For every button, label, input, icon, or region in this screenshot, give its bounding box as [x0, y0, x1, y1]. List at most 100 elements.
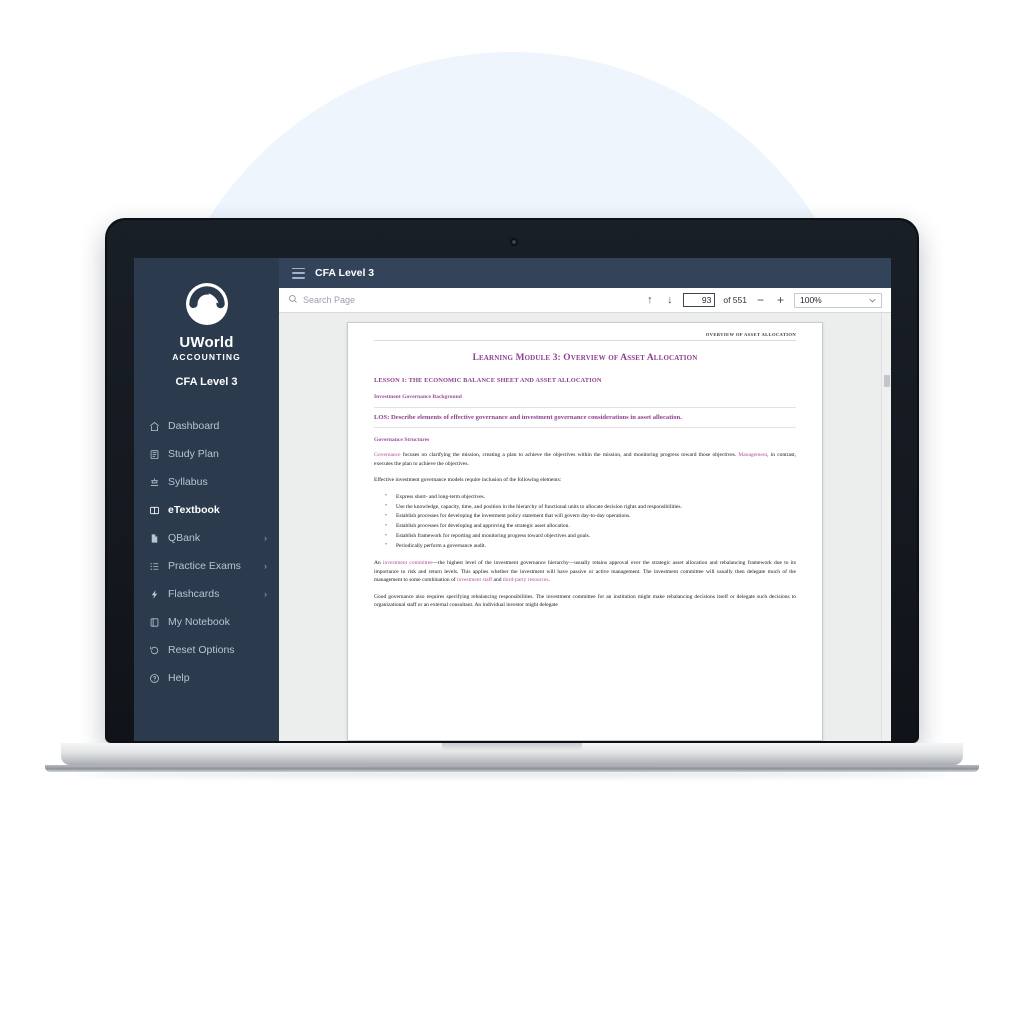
sidebar-item-help[interactable]: Help [134, 664, 279, 692]
page-number-input[interactable]: 93 [683, 293, 716, 307]
vertical-scrollbar[interactable] [881, 313, 891, 741]
sidebar-item-label: Syllabus [168, 475, 208, 488]
sidebar-nav: Dashboard Study Plan Syllabus eTextbook … [134, 412, 279, 692]
laptop-base-lip [45, 765, 979, 772]
running-header: OVERVIEW OF ASSET ALLOCATION [705, 332, 796, 337]
laptop-lid: UWorld ACCOUNTING CFA Level 3 Dashboard … [105, 218, 919, 743]
sidebar-item-label: QBank [168, 531, 201, 544]
list-item: Establish processes for developing the i… [385, 512, 796, 522]
zoom-level-select[interactable]: 100% [794, 292, 882, 308]
sidebar-item-label: My Notebook [168, 615, 230, 628]
brand-name: UWorld [179, 334, 234, 351]
los-callout: LOS: Describe elements of effective gove… [374, 407, 796, 429]
viewer-toolbar: ↑ ↓ 93 of 551 − + 100% [279, 288, 891, 313]
chevron-right-icon: › [264, 560, 267, 571]
list-item: Periodically perform a governance audit. [385, 541, 796, 551]
sidebar-item-study-plan[interactable]: Study Plan [134, 440, 279, 468]
search-input[interactable] [303, 295, 453, 305]
paragraph-elements-intro: Effective investment governance models r… [374, 477, 562, 484]
sidebar-item-label: Flashcards [168, 587, 220, 600]
file-icon [148, 532, 160, 544]
paragraph-good-governance: Good governance also requires specifying… [374, 593, 796, 609]
sidebar-item-practice-exams[interactable]: Practice Exams › [134, 552, 279, 580]
search-icon [288, 291, 298, 309]
chevron-right-icon: › [264, 532, 267, 543]
brand-block: UWorld ACCOUNTING CFA Level 3 [134, 258, 279, 396]
module-title: Learning Module 3: Overview of Asset All… [472, 353, 698, 363]
zoom-in-button[interactable]: + [774, 294, 787, 307]
sidebar-item-label: Dashboard [168, 419, 220, 432]
term-management: Management [738, 452, 768, 459]
home-icon [148, 420, 160, 432]
sidebar-item-reset-options[interactable]: Reset Options [134, 636, 279, 664]
sidebar-item-label: eTextbook [168, 503, 220, 516]
calendar-icon [148, 448, 160, 460]
reset-icon [148, 644, 160, 656]
laptop-shadow [75, 772, 949, 777]
chevron-down-icon [869, 296, 876, 305]
list-item: Express short- and long-term objectives. [385, 492, 796, 502]
sidebar-item-label: Study Plan [168, 447, 219, 460]
zoom-out-button[interactable]: − [754, 294, 767, 307]
chevron-right-icon: › [264, 588, 267, 599]
paragraph-investment-committee: An investment committee—the highest leve… [374, 559, 796, 585]
paragraph-text: —the highest level of the investment gov… [374, 560, 796, 584]
governance-structures-heading: Governance Structures [374, 437, 430, 444]
term-investment-staff: investment staff [456, 577, 493, 584]
help-icon [148, 672, 160, 684]
sidebar-item-my-notebook[interactable]: My Notebook [134, 608, 279, 636]
toolbar-controls: ↑ ↓ 93 of 551 − + 100% [643, 292, 882, 308]
zoom-level-value: 100% [800, 295, 822, 305]
webcam-icon [510, 238, 518, 246]
hamburger-icon[interactable] [292, 267, 305, 279]
sidebar-item-dashboard[interactable]: Dashboard [134, 412, 279, 440]
page-title: CFA Level 3 [315, 267, 375, 279]
term-third-party-resources: third-party resources [502, 577, 549, 584]
term-investment-committee: investment committee [382, 560, 433, 567]
paragraph-governance: Governance focuses on clarifying the mis… [374, 451, 796, 468]
laptop-base [61, 743, 963, 765]
scrollbar-thumb[interactable] [884, 375, 890, 387]
sidebar: UWorld ACCOUNTING CFA Level 3 Dashboard … [134, 258, 279, 741]
notebook-icon [148, 616, 160, 628]
screenshot-stage: UWorld ACCOUNTING CFA Level 3 Dashboard … [0, 0, 1024, 1024]
course-name: CFA Level 3 [175, 376, 238, 388]
sidebar-item-label: Practice Exams [168, 559, 241, 572]
laptop-bezel: UWorld ACCOUNTING CFA Level 3 Dashboard … [107, 220, 917, 741]
list-item: Establish processes for developing and a… [385, 522, 796, 532]
main-area: CFA Level 3 Search Page ↑ ↓ 93 of 551 − … [279, 258, 891, 741]
sidebar-item-qbank[interactable]: QBank › [134, 524, 279, 552]
lesson-heading: LESSON 1: THE ECONOMIC BALANCE SHEET AND… [374, 377, 602, 384]
header-rule [374, 340, 796, 341]
title-bar: CFA Level 3 [279, 258, 891, 288]
sidebar-item-etextbook[interactable]: eTextbook [134, 496, 279, 524]
previous-match-button[interactable]: ↑ [643, 294, 656, 307]
paragraph-text: An [374, 560, 383, 567]
sidebar-item-flashcards[interactable]: Flashcards › [134, 580, 279, 608]
sidebar-item-label: Reset Options [168, 643, 235, 656]
sidebar-item-syllabus[interactable]: Syllabus [134, 468, 279, 496]
document-page: OVERVIEW OF ASSET ALLOCATION Learning Mo… [347, 322, 823, 741]
laptop-base-notch [442, 743, 582, 752]
paragraph-text: and [492, 577, 503, 584]
page-total-label: of 551 [723, 295, 747, 305]
document-viewer[interactable]: OVERVIEW OF ASSET ALLOCATION Learning Mo… [279, 313, 891, 741]
document-content: Learning Module 3: Overview of Asset All… [374, 353, 796, 610]
list-item: Use the knowledge, capacity, time, and p… [385, 502, 796, 512]
term-governance: Governance [374, 452, 401, 459]
sidebar-item-label: Help [168, 671, 190, 684]
governance-elements-list: Express short- and long-term objectives.… [374, 492, 796, 551]
next-match-button[interactable]: ↓ [663, 294, 676, 307]
laptop-screen: UWorld ACCOUNTING CFA Level 3 Dashboard … [134, 258, 891, 741]
paragraph-text: focuses on clarifying the mission, creat… [400, 452, 739, 459]
paragraph-text: . [548, 577, 550, 584]
syllabus-icon [148, 476, 160, 488]
los-text: LOS: Describe elements of effective gove… [374, 414, 682, 421]
brand-subtitle: ACCOUNTING [172, 352, 241, 362]
bolt-icon [148, 588, 160, 600]
uworld-logo-icon [185, 283, 228, 325]
search-area [288, 291, 637, 309]
laptop-mockup: UWorld ACCOUNTING CFA Level 3 Dashboard … [45, 218, 979, 777]
book-icon [148, 504, 160, 516]
list-item: Establish framework for reporting and mo… [385, 532, 796, 542]
